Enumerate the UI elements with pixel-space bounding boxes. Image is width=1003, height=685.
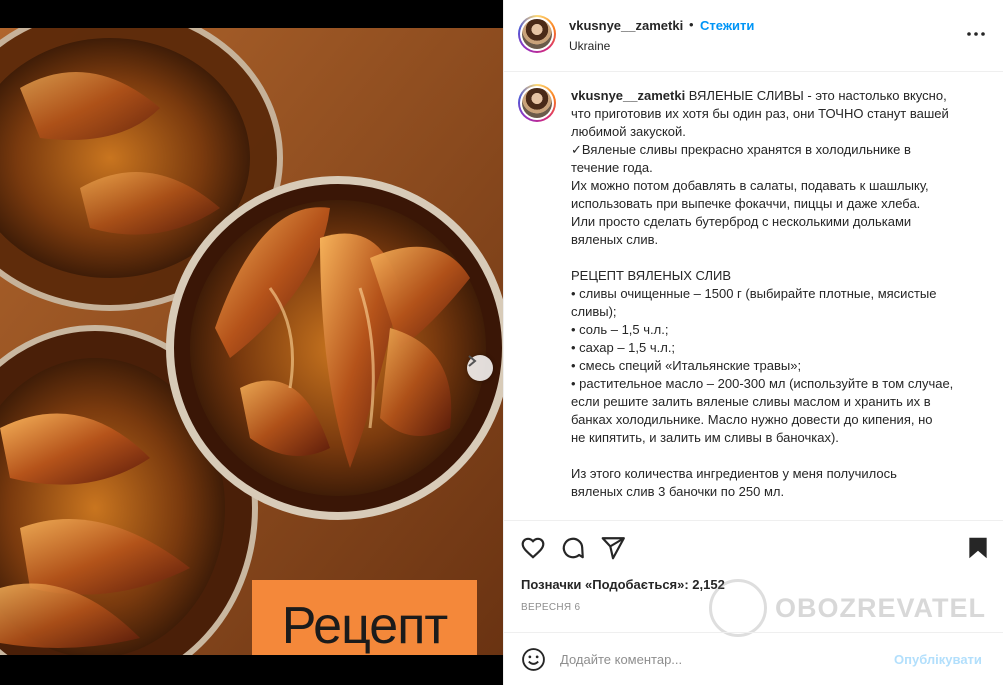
post-image[interactable]: Рецепт <box>0 28 503 655</box>
more-dots-icon[interactable] <box>966 26 986 42</box>
post-side-panel: vkusnye__zametki • Стежити Ukraine vkusn… <box>503 0 1003 685</box>
watermark-globe-icon <box>709 579 767 637</box>
chevron-right-icon <box>468 355 477 367</box>
next-slide-button[interactable] <box>467 355 493 381</box>
heart-icon[interactable] <box>520 535 546 561</box>
follow-button[interactable]: Стежити <box>700 18 754 33</box>
header-username[interactable]: vkusnye__zametki <box>569 18 683 33</box>
publish-button[interactable]: Опублікувати <box>894 652 982 667</box>
bottom-letterbox <box>0 655 503 685</box>
post-actions: Позначки «Подобається»: 2,152 ВЕРЕСНЯ 6 … <box>504 520 1003 637</box>
paper-plane-icon[interactable] <box>600 535 626 561</box>
jars-photo <box>0 28 503 655</box>
post-header: vkusnye__zametki • Стежити Ukraine <box>504 0 1003 72</box>
comment-bar: Опублікувати <box>504 632 1003 685</box>
watermark-text: OBOZREVATEL <box>775 592 986 623</box>
likes-count[interactable]: Позначки «Подобається»: 2,152 <box>521 577 725 592</box>
caption-text: ВЯЛЕНЫЕ СЛИВЫ - это настолько вкусно, чт… <box>571 88 954 499</box>
caption-username[interactable]: vkusnye__zametki <box>571 88 685 103</box>
header-separator: • <box>689 17 694 32</box>
avatar[interactable] <box>518 15 556 53</box>
comment-input[interactable] <box>560 646 880 672</box>
comment-icon[interactable] <box>560 535 586 561</box>
recipe-overlay-text: Рецепт <box>281 597 448 655</box>
instagram-post-view: Рецепт vkusnye__zametki • Стежити Ukrain… <box>0 0 1003 685</box>
post-caption: vkusnye__zametki ВЯЛЕНЫЕ СЛИВЫ - это нас… <box>571 87 981 501</box>
post-date[interactable]: ВЕРЕСНЯ 6 <box>521 602 580 613</box>
watermark: OBOZREVATEL <box>709 579 986 637</box>
recipe-overlay-label: Рецепт <box>252 580 477 655</box>
bookmark-icon[interactable] <box>965 535 991 561</box>
avatar[interactable] <box>518 84 556 122</box>
location-link[interactable]: Ukraine <box>569 39 610 53</box>
caption-section: vkusnye__zametki ВЯЛЕНЫЕ СЛИВЫ - это нас… <box>504 73 1003 520</box>
emoji-icon[interactable] <box>521 647 546 672</box>
